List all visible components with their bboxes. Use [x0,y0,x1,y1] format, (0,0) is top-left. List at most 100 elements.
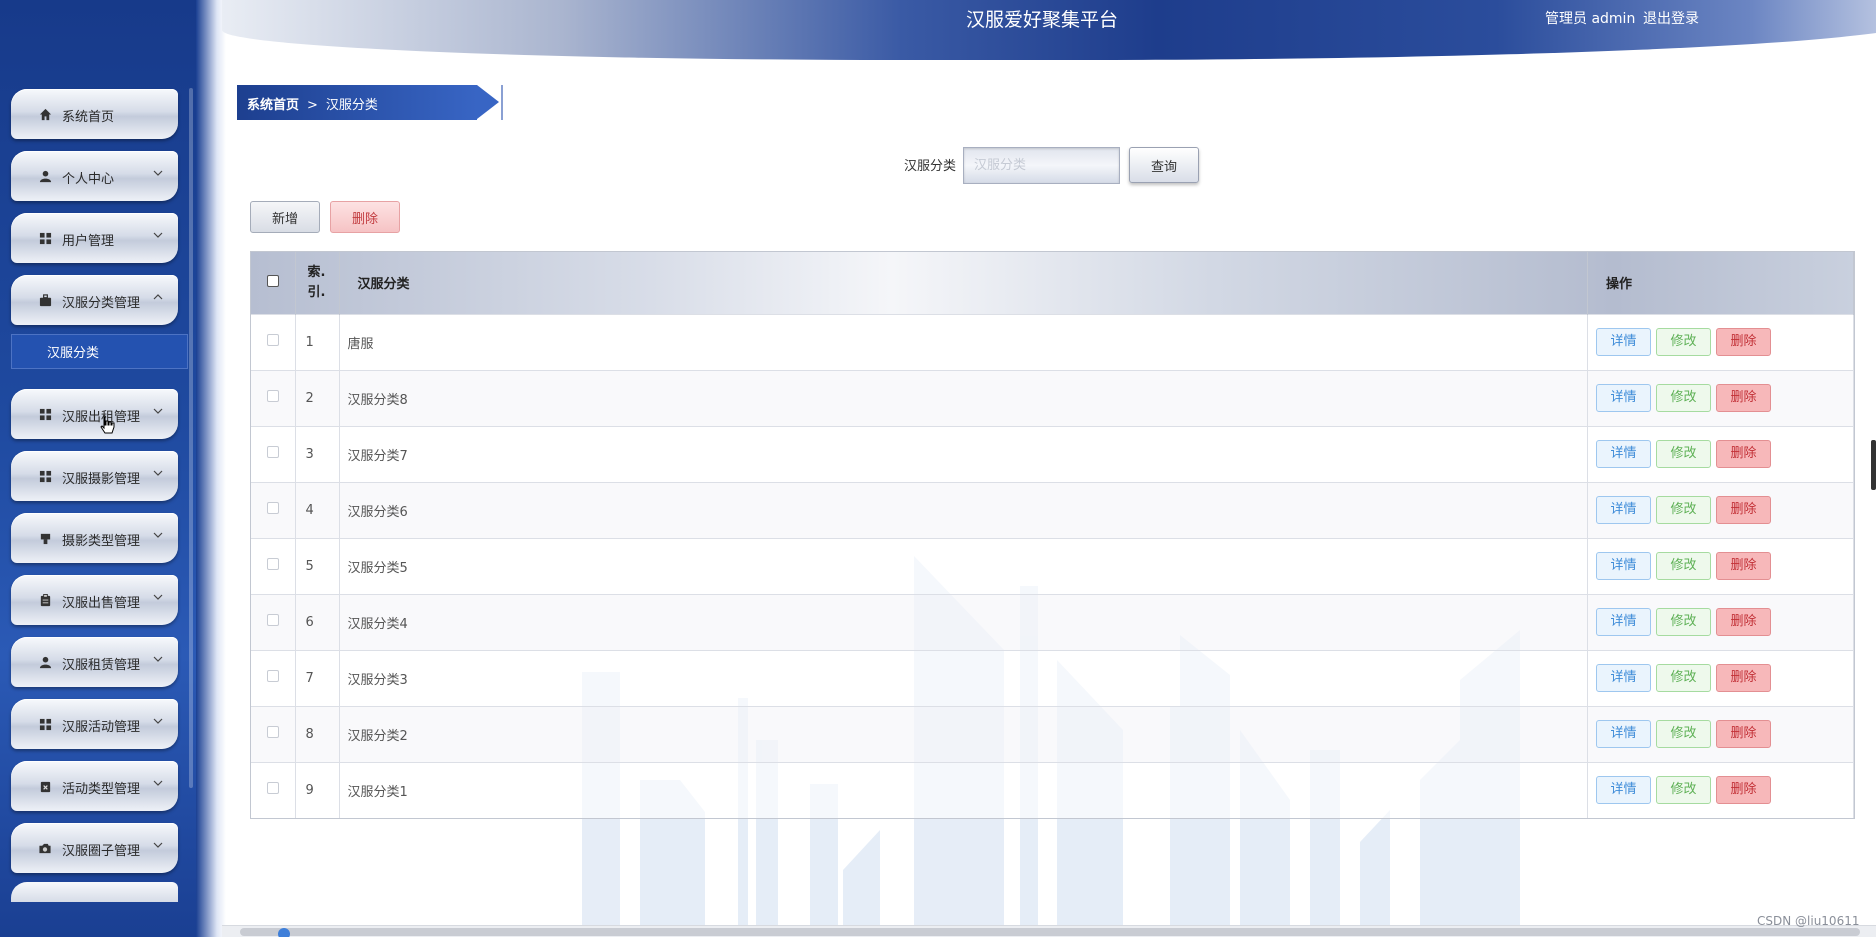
table-header-row: 索. 引. 汉服分类 操作 [251,252,1854,314]
edit-button[interactable]: 修改 [1656,608,1711,636]
row-checkbox[interactable] [266,446,279,458]
watermark-text: CSDN @liu10611 [1757,914,1860,928]
search-button[interactable]: 查询 [1129,147,1199,183]
row-index: 9 [295,762,340,818]
delete-button[interactable]: 删除 [1716,776,1771,805]
add-button[interactable]: 新增 [250,201,320,233]
sidebar-item-8[interactable]: 汉服出售管理 [11,575,178,625]
sidebar-item-4[interactable]: 汉服分类管理 [11,275,178,325]
delete-button[interactable]: 删除 [1716,384,1771,412]
row-select-cell[interactable] [251,650,296,706]
delete-button[interactable]: 删除 [1716,720,1771,748]
sidebar-item-10[interactable]: 汉服活动管理 [11,699,178,749]
vertical-scroll-handle[interactable] [1871,440,1876,490]
delete-button[interactable]: 删除 [1716,496,1771,524]
row-index: 4 [295,482,340,538]
scrollbar-thumb[interactable] [240,928,1860,936]
row-checkbox[interactable] [266,670,279,682]
detail-button[interactable]: 详情 [1596,608,1651,636]
row-checkbox[interactable] [266,614,279,626]
sidebar-item-3[interactable]: 用户管理 [11,213,178,263]
user-icon [38,169,52,183]
sidebar-item-label: 汉服出售管理 [62,595,141,611]
delete-button[interactable]: 删除 [1716,664,1771,692]
grid-icon [38,231,52,245]
sidebar-item-5[interactable]: 汉服出租管理 [11,389,178,439]
logout-link[interactable]: 退出登录 [1643,8,1699,28]
row-checkbox[interactable] [266,726,279,738]
edit-button[interactable]: 修改 [1656,664,1711,692]
row-select-cell[interactable] [251,706,296,762]
edit-button[interactable]: 修改 [1656,496,1711,524]
edit-button[interactable]: 修改 [1656,552,1711,580]
row-checkbox[interactable] [266,502,279,514]
sidebar-item-label: 摄影类型管理 [62,533,141,549]
table-row: 7 汉服分类3 详情 修改 删除 [251,650,1854,706]
row-operations: 详情 修改 删除 [1587,538,1854,594]
column-header-operations: 操作 [1587,252,1854,314]
detail-button[interactable]: 详情 [1596,664,1651,692]
breadcrumb-current: 汉服分类 [325,98,378,113]
batch-delete-button[interactable]: 删除 [330,201,400,233]
row-index: 8 [295,706,340,762]
row-checkbox[interactable] [266,558,279,570]
row-select-cell[interactable] [251,314,296,370]
row-select-cell[interactable] [251,762,296,818]
detail-button[interactable]: 详情 [1596,552,1651,580]
delete-button[interactable]: 删除 [1716,608,1771,636]
row-operations: 详情 修改 删除 [1587,650,1854,706]
sidebar-item-9[interactable]: 汉服租赁管理 [11,637,178,687]
detail-button[interactable]: 详情 [1596,720,1651,748]
detail-button[interactable]: 详情 [1596,496,1651,524]
row-operations: 详情 修改 删除 [1587,426,1854,482]
row-category: 唐服 [339,314,1588,370]
stamp-icon [38,531,52,545]
detail-button[interactable]: 详情 [1596,776,1651,805]
sidebar-item-partial[interactable] [11,882,178,902]
sidebar-scrollbar[interactable] [189,88,193,788]
sidebar-item-label: 汉服摄影管理 [62,471,141,487]
sidebar-item-7[interactable]: 摄影类型管理 [11,513,178,563]
row-select-cell[interactable] [251,426,296,482]
delete-button[interactable]: 删除 [1716,552,1771,580]
chevron-down-icon [153,170,163,176]
sidebar-item-1[interactable]: 系统首页 [11,89,178,139]
table-row: 8 汉服分类2 详情 修改 删除 [251,706,1854,762]
row-select-cell[interactable] [251,370,296,426]
edit-button[interactable]: 修改 [1656,776,1711,805]
row-select-cell[interactable] [251,482,296,538]
edit-button[interactable]: 修改 [1656,440,1711,468]
horizontal-scrollbar[interactable] [222,925,1876,937]
row-checkbox[interactable] [266,782,279,795]
detail-button[interactable]: 详情 [1596,328,1651,356]
submenu-item-hanfu-category[interactable]: 汉服分类 [11,334,188,369]
edit-button[interactable]: 修改 [1656,384,1711,412]
breadcrumb-home-link[interactable]: 系统首页 [247,98,299,113]
sidebar-item-12[interactable]: 汉服圈子管理 [11,823,178,873]
detail-button[interactable]: 详情 [1596,440,1651,468]
chevron-down-icon [153,718,163,724]
row-category: 汉服分类5 [339,538,1588,594]
category-search-input[interactable] [963,147,1120,184]
scroll-position-dot[interactable] [278,928,290,937]
row-select-cell[interactable] [251,594,296,650]
detail-button[interactable]: 详情 [1596,384,1651,412]
grid-icon [38,469,52,483]
delete-button[interactable]: 删除 [1716,440,1771,468]
edit-button[interactable]: 修改 [1656,720,1711,748]
select-all-checkbox[interactable] [266,274,279,287]
row-select-cell[interactable] [251,538,296,594]
row-category: 汉服分类2 [339,706,1588,762]
row-operations: 详情 修改 删除 [1587,594,1854,650]
delete-button[interactable]: 删除 [1716,328,1771,356]
sidebar-item-11[interactable]: 活动类型管理 [11,761,178,811]
home-icon [38,107,52,121]
edit-button[interactable]: 修改 [1656,328,1711,356]
sidebar-item-6[interactable]: 汉服摄影管理 [11,451,178,501]
sidebar-item-2[interactable]: 个人中心 [11,151,178,201]
submenu-item-label: 汉服分类 [47,346,100,361]
row-checkbox[interactable] [266,334,279,346]
header-select-all[interactable] [251,252,296,314]
row-checkbox[interactable] [266,390,279,402]
briefcase-icon [38,293,52,307]
